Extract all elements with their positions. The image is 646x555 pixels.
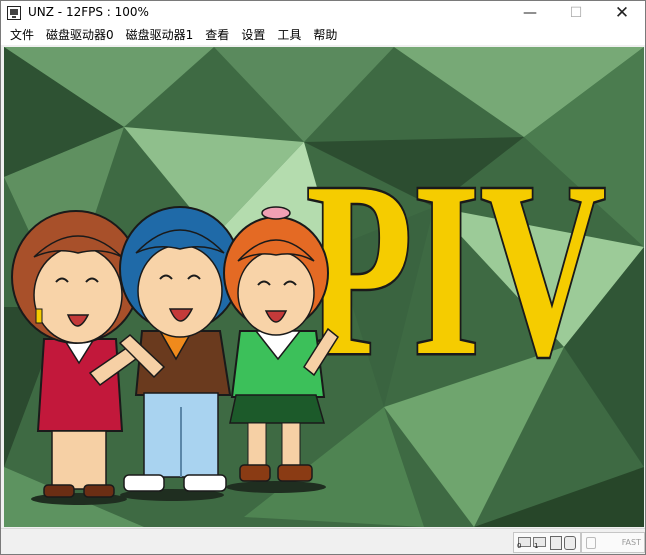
speed-label: FAST <box>621 538 641 547</box>
app-icon[interactable] <box>7 6 21 20</box>
menu-view[interactable]: 查看 <box>199 25 235 45</box>
screenshot-icon[interactable] <box>564 536 576 550</box>
window-title: UNZ - 12FPS : 100% <box>28 5 149 19</box>
piv-logo-text: PIV <box>306 131 606 408</box>
cassette-icon[interactable] <box>550 536 562 550</box>
menu-settings[interactable]: 设置 <box>235 25 271 45</box>
piv-logo: PIV <box>304 129 609 411</box>
minimize-button[interactable]: — <box>507 1 553 25</box>
menu-tools[interactable]: 工具 <box>271 25 307 45</box>
menu-file[interactable]: 文件 <box>1 25 40 45</box>
maximize-button[interactable]: ☐ <box>553 1 599 25</box>
menu-help[interactable]: 帮助 <box>307 25 343 45</box>
power-lamp-icon <box>586 537 596 549</box>
game-screen[interactable]: PIV <box>4 47 644 527</box>
status-bar: 0 1 FAST <box>1 528 645 554</box>
speed-indicator: FAST <box>581 532 645 553</box>
close-button[interactable]: ✕ <box>599 1 645 25</box>
title-bar[interactable]: UNZ - 12FPS : 100% — ☐ ✕ <box>1 1 645 25</box>
menu-disk-drive-1[interactable]: 磁盘驱动器1 <box>120 25 200 45</box>
emulator-window: UNZ - 12FPS : 100% — ☐ ✕ 文件 磁盘驱动器0 磁盘驱动器… <box>0 0 646 555</box>
menu-bar: 文件 磁盘驱动器0 磁盘驱动器1 查看 设置 工具 帮助 <box>1 25 645 45</box>
drive-1-label: 1 <box>534 542 539 550</box>
game-scene: PIV <box>4 47 644 527</box>
drive-0-label: 0 <box>517 542 522 550</box>
device-indicators: 0 1 <box>513 532 581 553</box>
menu-disk-drive-0[interactable]: 磁盘驱动器0 <box>40 25 120 45</box>
